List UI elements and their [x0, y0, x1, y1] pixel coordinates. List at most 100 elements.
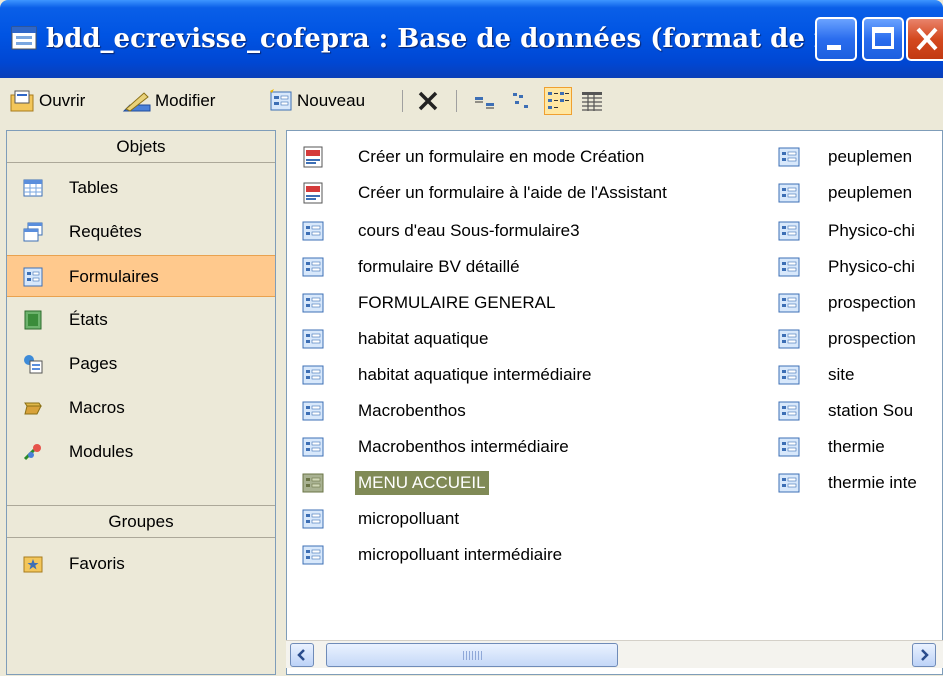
modify-label: Modifier	[155, 91, 216, 110]
form-icon	[302, 221, 324, 241]
form-name: habitat aquatique intermédiaire	[358, 365, 592, 384]
list-view-icon	[548, 92, 569, 109]
nav-item-queries[interactable]: Requêtes	[7, 211, 275, 253]
horizontal-scrollbar[interactable]	[286, 640, 943, 668]
form-name: Macrobenthos intermédiaire	[358, 437, 569, 456]
nav-item-tables[interactable]: Tables	[7, 167, 275, 209]
nav-item-label: Modules	[69, 442, 134, 461]
list-item-form[interactable]: thermie	[777, 429, 888, 465]
minimize-icon	[827, 45, 841, 50]
nav-item-label: Favoris	[69, 554, 125, 573]
list-item-form[interactable]: formulaire BV détaillé	[301, 249, 523, 285]
large-icons-icon	[475, 97, 494, 109]
form-icon	[778, 365, 800, 385]
design-ruler-icon	[122, 92, 151, 112]
large-icons-view-button[interactable]	[470, 87, 498, 115]
close-icon	[916, 27, 938, 51]
form-icon	[778, 473, 800, 493]
form-icon	[302, 329, 324, 349]
table-icon	[23, 179, 43, 197]
form-name: Créer un formulaire à l'aide de l'Assist…	[358, 183, 667, 202]
form-name: peuplemen	[828, 183, 913, 202]
list-item-form[interactable]: Macrobenthos intermédiaire	[301, 429, 572, 465]
list-item-form[interactable]: micropolluant intermédiaire	[301, 537, 565, 573]
scroll-left-button[interactable]	[290, 643, 314, 667]
nav-item-label: Pages	[69, 354, 118, 373]
form-icon	[778, 401, 800, 421]
list-item-form[interactable]: Macrobenthos	[301, 393, 469, 429]
scroll-grip-icon	[463, 651, 483, 660]
list-item-create-wizard[interactable]: Créer un formulaire à l'aide de l'Assist…	[301, 175, 670, 211]
new-button[interactable]: Nouveau	[268, 86, 365, 116]
form-name: thermie	[828, 437, 885, 456]
open-label: Ouvrir	[39, 91, 86, 110]
form-name: cours d'eau Sous-formulaire3	[358, 221, 580, 240]
nav-item-label: Tables	[69, 178, 119, 197]
nav-item-pages[interactable]: Pages	[7, 343, 275, 385]
list-view-button[interactable]	[544, 87, 572, 115]
title-bar: bdd_ecrevisse_cofepra : Base de données …	[0, 0, 943, 78]
delete-icon	[418, 91, 438, 111]
small-icons-view-button[interactable]	[508, 87, 536, 115]
chevron-right-icon	[921, 649, 929, 661]
nav-item-modules[interactable]: Modules	[7, 431, 275, 473]
new-label: Nouveau	[297, 91, 366, 110]
nav-item-forms[interactable]: Formulaires	[7, 255, 275, 297]
nav-item-label: Formulaires	[69, 267, 159, 286]
objects-header[interactable]: Objets	[7, 131, 275, 163]
open-icon	[10, 90, 34, 112]
database-app-icon	[11, 26, 37, 50]
list-item-form[interactable]: prospection	[777, 321, 919, 357]
form-icon	[778, 183, 800, 203]
list-item-form[interactable]: station Sou	[777, 393, 916, 429]
nav-item-macros[interactable]: Macros	[7, 387, 275, 429]
modify-button[interactable]: Modifier	[122, 86, 215, 116]
chevron-left-icon	[297, 649, 305, 661]
close-button[interactable]	[906, 17, 943, 61]
list-item-form[interactable]: FORMULAIRE GENERAL	[301, 285, 558, 321]
list-item-form[interactable]: habitat aquatique	[301, 321, 491, 357]
scroll-thumb[interactable]	[326, 643, 618, 667]
groups-header[interactable]: Groupes	[7, 506, 275, 538]
form-icon	[778, 293, 800, 313]
nav-item-favorites[interactable]: Favoris	[7, 543, 275, 585]
list-item-form[interactable]: Physico-chi	[777, 213, 918, 249]
form-name: site	[828, 365, 855, 384]
minimize-button[interactable]	[815, 17, 857, 61]
form-name: Physico-chi	[828, 257, 915, 276]
form-icon	[302, 401, 324, 421]
nav-item-label: États	[69, 310, 108, 329]
list-item-form[interactable]: peuplemen	[777, 139, 915, 175]
list-item-form[interactable]: peuplemen	[777, 175, 915, 211]
small-icons-icon	[513, 93, 528, 108]
list-item-form[interactable]: habitat aquatique intermédiaire	[301, 357, 594, 393]
scroll-right-button[interactable]	[912, 643, 936, 667]
form-name: MENU ACCUEIL	[355, 471, 489, 495]
list-item-form[interactable]: cours d'eau Sous-formulaire3	[301, 213, 583, 249]
form-icon	[778, 257, 800, 277]
list-item-create-design[interactable]: Créer un formulaire en mode Création	[301, 139, 647, 175]
list-item-form-selected[interactable]: MENU ACCUEIL	[301, 465, 489, 501]
list-item-form[interactable]: prospection	[777, 285, 919, 321]
form-icon	[302, 257, 324, 277]
form-name: Créer un formulaire en mode Création	[358, 147, 645, 166]
open-button[interactable]: Ouvrir	[10, 86, 85, 116]
nav-item-reports[interactable]: États	[7, 299, 275, 341]
form-name: micropolluant	[358, 509, 460, 528]
form-icon	[23, 267, 43, 287]
form-name: prospection	[828, 293, 916, 312]
query-icon	[23, 222, 43, 242]
list-item-form[interactable]: site	[777, 357, 857, 393]
details-view-button[interactable]	[578, 87, 606, 115]
delete-button[interactable]	[414, 87, 442, 115]
maximize-button[interactable]	[862, 17, 904, 61]
form-name: formulaire BV détaillé	[358, 257, 520, 276]
report-icon	[24, 310, 42, 330]
form-icon	[302, 509, 324, 529]
list-item-form[interactable]: thermie inte	[777, 465, 920, 501]
form-icon	[778, 221, 800, 241]
toolbar-separator	[456, 90, 457, 112]
list-item-form[interactable]: Physico-chi	[777, 249, 918, 285]
list-item-form[interactable]: micropolluant	[301, 501, 462, 537]
form-name: station Sou	[828, 401, 914, 420]
